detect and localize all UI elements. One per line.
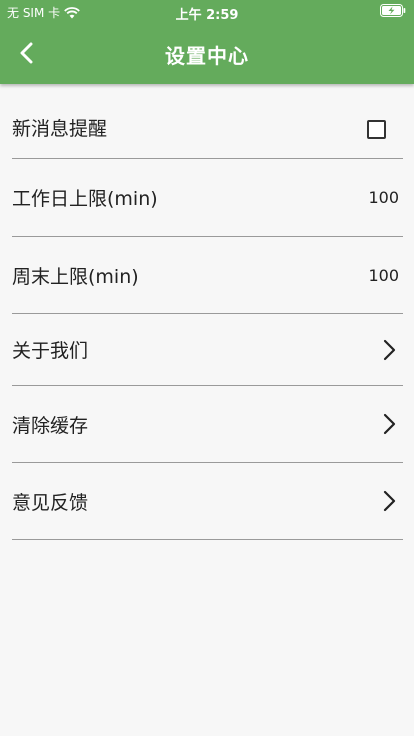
settings-list: 新消息提醒 工作日上限(min) 100 周末上限(min) 100 关于我们 …	[12, 84, 403, 540]
clear-cache-label: 清除缓存	[12, 414, 89, 437]
weekend-limit-value: 100	[368, 265, 399, 285]
new-message-reminder-label: 新消息提醒	[12, 117, 108, 140]
weekend-limit-label: 周末上限(min)	[12, 265, 139, 288]
new-message-reminder-checkbox[interactable]	[367, 120, 386, 139]
chevron-right-icon	[383, 413, 396, 435]
nav-bar: 设置中心	[0, 22, 414, 84]
about-us-row[interactable]: 关于我们	[12, 314, 403, 386]
weekday-limit-value: 100	[368, 188, 399, 207]
status-bar: 无 SIM 卡 上午 2:59	[0, 0, 414, 23]
feedback-row[interactable]: 意见反馈	[12, 463, 403, 540]
header: 无 SIM 卡 上午 2:59 设置中心	[0, 0, 414, 84]
weekday-limit-row[interactable]: 工作日上限(min) 100	[12, 159, 403, 237]
page-title: 设置中心	[165, 44, 249, 68]
about-us-label: 关于我们	[12, 340, 89, 362]
clear-cache-row[interactable]: 清除缓存	[12, 386, 403, 463]
feedback-label: 意见反馈	[12, 491, 89, 514]
status-clock: 上午 2:59	[175, 8, 239, 23]
chevron-right-icon	[383, 339, 396, 360]
weekday-limit-label: 工作日上限(min)	[12, 188, 158, 210]
new-message-reminder-row[interactable]: 新消息提醒	[12, 84, 403, 159]
weekend-limit-row[interactable]: 周末上限(min) 100	[12, 237, 403, 314]
chevron-right-icon	[383, 490, 396, 512]
battery-charging-icon	[380, 4, 406, 17]
